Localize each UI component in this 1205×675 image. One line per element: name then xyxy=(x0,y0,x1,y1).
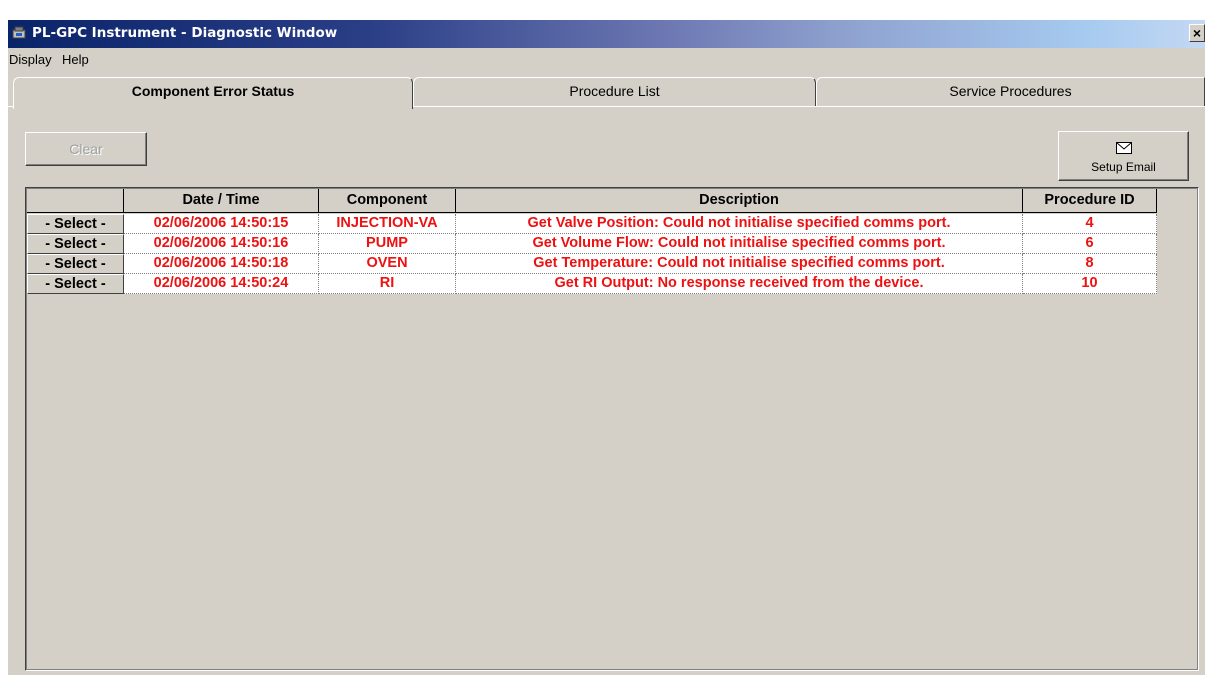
menu-bar: Display Help xyxy=(8,48,1205,72)
column-header-description[interactable]: Description xyxy=(456,189,1023,213)
tab-component-error-status[interactable]: Component Error Status xyxy=(13,77,413,109)
title-bar[interactable]: PL-GPC Instrument - Diagnostic Window × xyxy=(8,20,1205,48)
grid-body: Date / Time Component Description Proced… xyxy=(26,188,1198,670)
column-header-datetime[interactable]: Date / Time xyxy=(124,189,319,213)
tab-label: Component Error Status xyxy=(131,83,295,99)
procedure-id-cell: 10 xyxy=(1023,274,1157,294)
window-title: PL-GPC Instrument - Diagnostic Window xyxy=(32,25,338,41)
component-cell: RI xyxy=(319,274,456,294)
procedure-id-cell: 6 xyxy=(1023,234,1157,254)
procedure-id-cell: 8 xyxy=(1023,254,1157,274)
description-cell: Get Temperature: Could not initialise sp… xyxy=(456,254,1023,274)
procedure-id-cell: 4 xyxy=(1023,214,1157,234)
datetime-cell: 02/06/2006 14:50:16 xyxy=(124,234,319,254)
setup-email-label: Setup Email xyxy=(1091,160,1156,174)
select-button[interactable]: - Select - xyxy=(27,274,124,294)
tab-procedure-list[interactable]: Procedure List xyxy=(413,77,816,106)
select-button[interactable]: - Select - xyxy=(27,214,124,234)
description-cell: Get RI Output: No response received from… xyxy=(456,274,1023,294)
setup-email-button[interactable]: Setup Email xyxy=(1058,131,1189,181)
menu-display[interactable]: Display xyxy=(9,52,52,67)
column-header-procedure-id[interactable]: Procedure ID xyxy=(1023,189,1157,213)
diagnostic-window: PL-GPC Instrument - Diagnostic Window × … xyxy=(8,20,1205,675)
component-cell: INJECTION-VA xyxy=(319,214,456,234)
component-cell: PUMP xyxy=(319,234,456,254)
tab-label: Service Procedures xyxy=(949,83,1072,99)
select-button[interactable]: - Select - xyxy=(27,254,124,274)
description-cell: Get Valve Position: Could not initialise… xyxy=(456,214,1023,234)
component-cell: OVEN xyxy=(319,254,456,274)
datetime-cell: 02/06/2006 14:50:24 xyxy=(124,274,319,294)
error-status-grid[interactable]: Date / Time Component Description Proced… xyxy=(25,187,1199,671)
column-header-select[interactable] xyxy=(27,189,124,213)
column-header-component[interactable]: Component xyxy=(319,189,456,213)
datetime-cell: 02/06/2006 14:50:18 xyxy=(124,254,319,274)
datetime-cell: 02/06/2006 14:50:15 xyxy=(124,214,319,234)
close-button[interactable]: × xyxy=(1189,24,1205,42)
tab-service-procedures[interactable]: Service Procedures xyxy=(816,77,1205,106)
clear-button[interactable]: Clear xyxy=(25,132,147,166)
description-cell: Get Volume Flow: Could not initialise sp… xyxy=(456,234,1023,254)
envelope-icon xyxy=(1116,142,1132,154)
instrument-icon xyxy=(12,26,26,39)
select-button[interactable]: - Select - xyxy=(27,234,124,254)
menu-help[interactable]: Help xyxy=(62,52,89,67)
tab-label: Procedure List xyxy=(569,83,660,99)
